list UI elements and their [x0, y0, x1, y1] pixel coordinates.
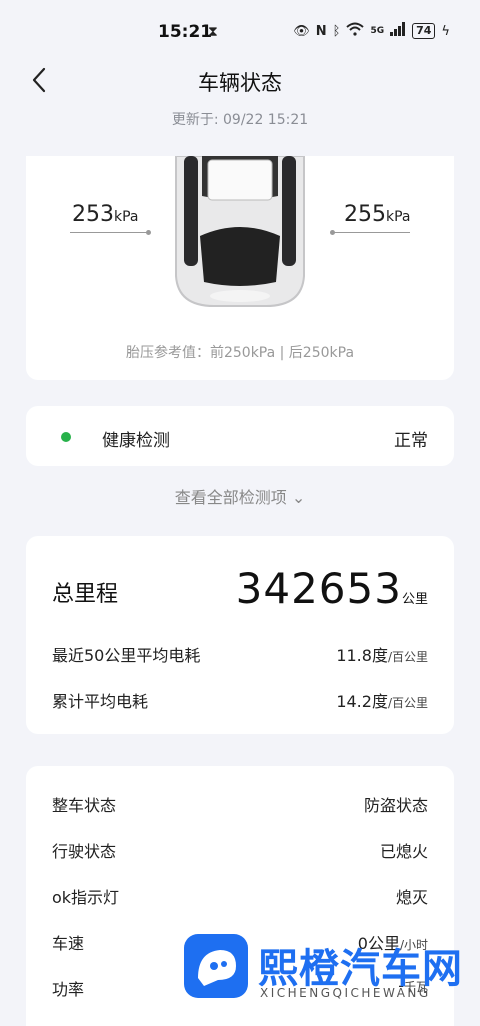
status-row-value: 熄灭	[396, 884, 428, 908]
status-row-label: ok指示灯	[52, 888, 120, 907]
front-right-value: 255	[344, 202, 386, 227]
consumption-unit: /百公里	[387, 696, 428, 710]
charging-icon: ϟ	[441, 23, 450, 39]
status-row: 行驶状态 已熄火	[52, 838, 428, 862]
front-right-leader-line	[332, 232, 410, 233]
status-row-label: 整车状态	[52, 796, 117, 815]
health-check-status: 正常	[394, 431, 428, 451]
page-title: 车辆状态	[198, 71, 282, 95]
consumption-row-cumulative: 累计平均电耗 14.2度/百公里	[52, 688, 428, 712]
battery-icon: 74	[412, 23, 436, 39]
front-right-leader-dot	[330, 230, 335, 235]
status-row-number: 防盗状态	[363, 796, 428, 815]
eye-icon: 👁	[293, 23, 310, 39]
network-label: 5G	[370, 26, 385, 36]
status-row: 整车状态 防盗状态	[52, 792, 428, 816]
health-status-dot	[61, 432, 71, 442]
nfc-icon: N	[315, 23, 327, 39]
front-left-leader-dot	[146, 230, 151, 235]
status-bar: 15:21 ⧗ 👁 N ᛒ 5G 74 ϟ	[0, 0, 480, 64]
consumption-number: 14.2度	[336, 692, 388, 711]
watermark: 熙橙汽车网 XICHENGQICHEWANG	[184, 934, 480, 1007]
consumption-label: 最近50公里平均电耗	[52, 646, 201, 665]
status-row-value: 防盗状态	[364, 792, 428, 816]
top-bar: 车辆状态	[0, 64, 480, 104]
front-left-unit: kPa	[114, 209, 139, 225]
wifi-icon	[346, 22, 365, 40]
front-right-unit: kPa	[386, 209, 411, 225]
status-row-label: 功率	[52, 980, 85, 999]
status-row-number: 熄灭	[395, 888, 428, 907]
front-right-tire-pressure: 255kPa	[344, 202, 411, 227]
total-mileage-unit: 公里	[401, 592, 428, 607]
mileage-card: 总里程 342653公里 最近50公里平均电耗 11.8度/百公里 累计平均电耗…	[26, 536, 454, 734]
updated-timestamp: 更新于: 09/22 15:21	[171, 112, 309, 128]
car-top-view-image	[175, 156, 305, 307]
consumption-value: 11.8度/百公里	[336, 642, 428, 666]
status-time: 15:21	[158, 22, 213, 42]
view-all-checks-link[interactable]: 查看全部检测项 ⌄	[0, 484, 480, 508]
tire-pressure-card: 253kPa 255kPa 胎压参考值：前250kPa | 后250kPa	[26, 156, 454, 380]
total-mileage-value: 342653公里	[236, 564, 428, 613]
total-mileage-number: 342653	[235, 564, 402, 613]
health-check-card[interactable]: 健康检测 正常	[26, 406, 454, 466]
health-check-label: 健康检测	[102, 431, 170, 451]
signal-icon	[390, 22, 406, 40]
consumption-value: 14.2度/百公里	[336, 688, 428, 712]
total-mileage-label: 总里程	[52, 582, 119, 607]
tire-pressure-reference: 胎压参考值：前250kPa | 后250kPa	[125, 345, 355, 361]
consumption-number: 11.8度	[336, 646, 388, 665]
front-left-value: 253	[72, 202, 114, 227]
consumption-unit: /百公里	[387, 650, 428, 664]
status-row-value: 已熄火	[380, 838, 428, 862]
status-row: ok指示灯 熄灭	[52, 884, 428, 908]
hourglass-icon: ⧗	[208, 24, 218, 40]
status-row-label: 行驶状态	[52, 842, 117, 861]
status-row-label: 车速	[52, 934, 85, 953]
bluetooth-icon: ᛒ	[332, 23, 341, 39]
front-left-leader-line	[70, 232, 148, 233]
status-icons: 👁 N ᛒ 5G 74 ϟ	[293, 22, 450, 40]
status-row-number: 已熄火	[379, 842, 428, 861]
front-left-tire-pressure: 253kPa	[72, 202, 139, 227]
watermark-subtitle: XICHENGQICHEWANG	[260, 986, 431, 1000]
consumption-label: 累计平均电耗	[52, 692, 149, 711]
watermark-logo-icon	[184, 934, 248, 998]
consumption-row-recent: 最近50公里平均电耗 11.8度/百公里	[52, 642, 428, 666]
